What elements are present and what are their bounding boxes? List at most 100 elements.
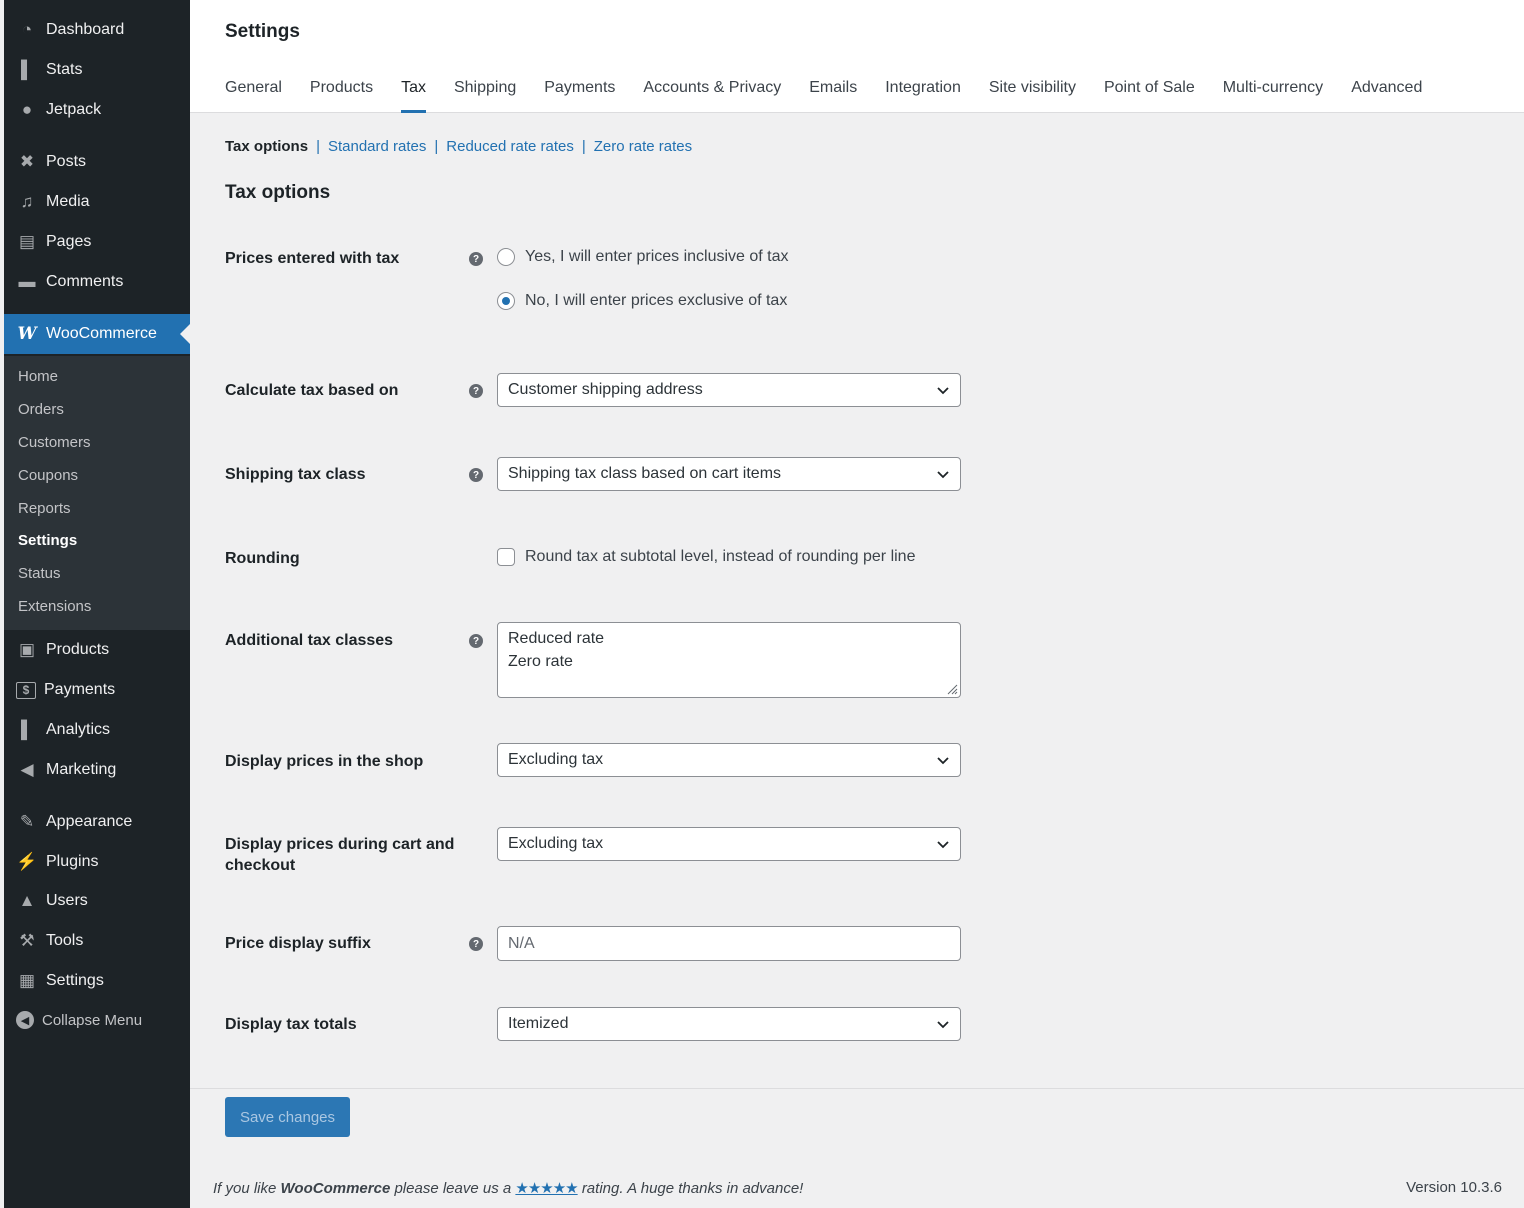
tab-shipping[interactable]: Shipping bbox=[454, 77, 516, 113]
menu-label: Pages bbox=[46, 233, 92, 250]
menu-label: WooCommerce bbox=[46, 325, 157, 342]
calculate-tax-label: Calculate tax based on bbox=[225, 382, 399, 399]
menu-users[interactable]: ▲ Users bbox=[4, 881, 190, 921]
menu-settings[interactable]: ▦ Settings bbox=[4, 961, 190, 1001]
menu-label: Settings bbox=[46, 972, 104, 989]
menu-tools[interactable]: ⚒ Tools bbox=[4, 921, 190, 961]
menu-woocommerce[interactable]: W WooCommerce bbox=[4, 314, 190, 354]
menu-label: Appearance bbox=[46, 813, 133, 830]
woocommerce-icon: W bbox=[17, 324, 37, 344]
menu-analytics[interactable]: ▌ Analytics bbox=[4, 710, 190, 750]
submenu-extensions[interactable]: Extensions bbox=[18, 598, 91, 615]
footer-middle: please leave us a bbox=[394, 1180, 512, 1197]
menu-pages[interactable]: ▤ Pages bbox=[4, 222, 190, 262]
tab-accounts-privacy[interactable]: Accounts & Privacy bbox=[643, 77, 781, 113]
rating-stars-link[interactable]: ★★★★★ bbox=[515, 1180, 578, 1197]
menu-posts[interactable]: ✖ Posts bbox=[4, 142, 190, 182]
radio-exclusive-row[interactable]: No, I will enter prices exclusive of tax bbox=[497, 292, 787, 310]
rounding-checkbox[interactable] bbox=[497, 548, 515, 566]
help-icon[interactable]: ? bbox=[469, 937, 483, 951]
subnav-separator: | bbox=[581, 138, 586, 155]
tab-products[interactable]: Products bbox=[310, 77, 373, 113]
subnav-standard-rates[interactable]: Standard rates bbox=[328, 138, 426, 155]
menu-plugins[interactable]: ⚡ Plugins bbox=[4, 842, 190, 882]
tab-advanced[interactable]: Advanced bbox=[1351, 77, 1422, 113]
menu-label: Plugins bbox=[46, 853, 99, 870]
section-title: Tax options bbox=[225, 182, 331, 203]
submenu-reports[interactable]: Reports bbox=[18, 500, 71, 517]
tab-point-of-sale[interactable]: Point of Sale bbox=[1104, 77, 1195, 113]
users-icon: ▲ bbox=[18, 891, 36, 910]
resize-grip-icon[interactable] bbox=[944, 681, 958, 695]
tab-payments[interactable]: Payments bbox=[544, 77, 615, 113]
help-icon[interactable]: ? bbox=[469, 252, 483, 266]
tab-multi-currency[interactable]: Multi-currency bbox=[1223, 77, 1323, 113]
page-title: Settings bbox=[225, 21, 300, 42]
help-icon[interactable]: ? bbox=[469, 384, 483, 398]
submenu-settings[interactable]: Settings bbox=[18, 532, 77, 549]
textarea-line: Zero rate bbox=[508, 653, 573, 670]
menu-appearance[interactable]: ✎ Appearance bbox=[4, 802, 190, 842]
radio-inclusive[interactable] bbox=[497, 248, 515, 266]
admin-sidebar: ◔ Dashboard ▌ Stats ● Jetpack ✖ Posts ♫ Media… bbox=[4, 0, 190, 1208]
help-icon[interactable]: ? bbox=[469, 468, 483, 482]
menu-marketing[interactable]: ◀ Marketing bbox=[4, 750, 190, 790]
settings-header: Settings General Products Tax Shipping P… bbox=[190, 0, 1524, 113]
display-totals-select[interactable]: Itemized bbox=[497, 1007, 961, 1041]
shipping-tax-class-select[interactable]: Shipping tax class based on cart items bbox=[497, 457, 961, 491]
radio-exclusive[interactable] bbox=[497, 292, 515, 310]
submenu-customers[interactable]: Customers bbox=[18, 434, 91, 451]
radio-exclusive-label: No, I will enter prices exclusive of tax bbox=[525, 292, 788, 309]
submenu-orders[interactable]: Orders bbox=[18, 401, 64, 418]
tax-subnav: Tax options | Standard rates | Reduced r… bbox=[225, 138, 692, 155]
tab-integration[interactable]: Integration bbox=[885, 77, 961, 113]
calculate-tax-select[interactable]: Customer shipping address bbox=[497, 373, 961, 407]
radio-inclusive-label: Yes, I will enter prices inclusive of ta… bbox=[525, 248, 789, 265]
subnav-reduced-rate-rates[interactable]: Reduced rate rates bbox=[446, 138, 574, 155]
wrench-icon: ⚒ bbox=[19, 931, 35, 950]
menu-media[interactable]: ♫ Media bbox=[4, 182, 190, 222]
price-suffix-input[interactable]: N/A bbox=[497, 926, 961, 961]
pages-icon: ▤ bbox=[18, 232, 36, 251]
display-shop-select[interactable]: Excluding tax bbox=[497, 743, 961, 777]
menu-payments[interactable]: $ Payments bbox=[4, 670, 190, 710]
display-cart-select[interactable]: Excluding tax bbox=[497, 827, 961, 861]
archive-icon: ▣ bbox=[18, 640, 36, 659]
display-shop-label: Display prices in the shop bbox=[225, 753, 424, 770]
rounding-checkbox-row[interactable]: Round tax at subtotal level, instead of … bbox=[497, 548, 915, 566]
submenu-status[interactable]: Status bbox=[18, 565, 61, 582]
menu-jetpack[interactable]: ● Jetpack bbox=[4, 90, 190, 130]
submenu-coupons[interactable]: Coupons bbox=[18, 467, 78, 484]
help-icon[interactable]: ? bbox=[469, 634, 483, 648]
input-placeholder: N/A bbox=[508, 934, 535, 952]
menu-products[interactable]: ▣ Products bbox=[4, 630, 190, 670]
plugin-icon: ⚡ bbox=[16, 852, 38, 871]
chevron-down-icon bbox=[937, 1021, 949, 1029]
tab-general[interactable]: General bbox=[225, 77, 282, 113]
footer-prefix: If you like bbox=[213, 1180, 277, 1197]
subnav-tax-options[interactable]: Tax options bbox=[225, 138, 308, 155]
brush-icon: ✎ bbox=[19, 812, 35, 831]
save-changes-button[interactable]: Save changes bbox=[225, 1097, 350, 1137]
menu-comments[interactable]: ▬ Comments bbox=[4, 262, 190, 302]
submenu-home[interactable]: Home bbox=[18, 368, 58, 385]
subnav-zero-rate-rates[interactable]: Zero rate rates bbox=[594, 138, 692, 155]
chevron-down-icon bbox=[937, 471, 949, 479]
dashboard-icon: ◔ bbox=[21, 20, 33, 39]
tab-tax[interactable]: Tax bbox=[401, 77, 426, 113]
version-text: Version 10.3.6 bbox=[1406, 1179, 1502, 1196]
menu-label: Users bbox=[46, 892, 88, 909]
display-totals-label: Display tax totals bbox=[225, 1016, 357, 1033]
menu-stats[interactable]: ▌ Stats bbox=[4, 50, 190, 90]
tab-site-visibility[interactable]: Site visibility bbox=[989, 77, 1076, 113]
radio-inclusive-row[interactable]: Yes, I will enter prices inclusive of ta… bbox=[497, 248, 789, 266]
pin-icon: ✖ bbox=[19, 152, 35, 171]
collapse-menu-button[interactable]: ◀ Collapse Menu bbox=[4, 1000, 190, 1040]
additional-tax-classes-textarea[interactable]: Reduced rate Zero rate bbox=[497, 622, 961, 698]
analytics-icon: ▌ bbox=[20, 720, 34, 739]
menu-label: Jetpack bbox=[46, 101, 102, 118]
tab-emails[interactable]: Emails bbox=[809, 77, 857, 113]
select-value: Excluding tax bbox=[508, 835, 604, 852]
collapse-icon: ◀ bbox=[16, 1011, 34, 1029]
menu-dashboard[interactable]: ◔ Dashboard bbox=[4, 10, 190, 50]
